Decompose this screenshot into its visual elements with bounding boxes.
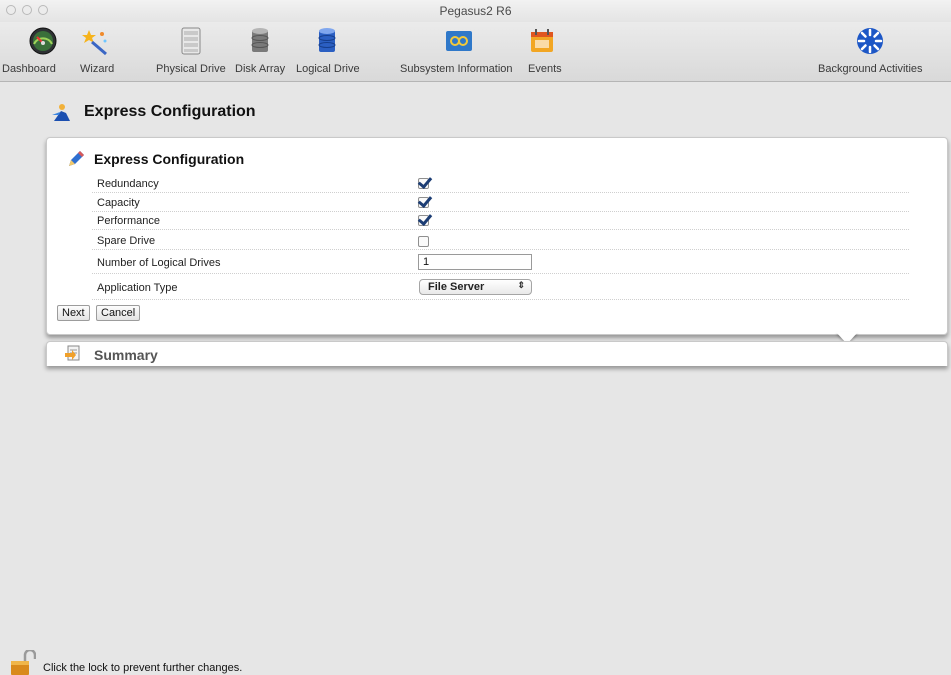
toolbar-physical-drive[interactable]: Physical Drive: [154, 24, 234, 80]
performance-checkbox[interactable]: [418, 215, 429, 226]
application-type-select[interactable]: File Server ⇕: [419, 279, 532, 295]
toolbar-label-subsystem-information: Subsystem Information: [400, 63, 513, 75]
toolbar-label-background-activities: Background Activities: [818, 63, 923, 75]
summary-document-icon: [65, 345, 80, 361]
main-toolbar: Dashboard Wizard Physical Drive Disk Arr…: [0, 22, 951, 82]
spare-drive-checkbox[interactable]: [418, 236, 429, 247]
wizard-figure-icon: [52, 104, 70, 121]
physical-drive-icon: [181, 27, 201, 55]
form-row-capacity: Capacity: [92, 195, 909, 212]
events-calendar-icon: [531, 29, 553, 52]
pencil-icon: [69, 151, 84, 166]
toolbar-subsystem-information[interactable]: Subsystem Information: [400, 24, 520, 80]
window-title: Pegasus2 R6: [439, 4, 512, 18]
form-row-redundancy: Redundancy: [92, 176, 909, 193]
summary-panel: [46, 341, 948, 366]
lock-status-text: Click the lock to prevent further change…: [43, 662, 243, 674]
toolbar-label-dashboard: Dashboard: [2, 63, 56, 75]
toolbar-disk-array[interactable]: Disk Array: [233, 24, 293, 80]
toolbar-wizard[interactable]: Wizard: [78, 24, 118, 80]
toolbar-label-events: Events: [528, 63, 562, 75]
application-type-value: File Server: [428, 281, 485, 293]
background-activities-icon: [857, 28, 883, 54]
logical-drives-label: Number of Logical Drives: [97, 257, 221, 269]
logical-drives-input[interactable]: [418, 254, 532, 270]
toolbar-label-disk-array: Disk Array: [235, 63, 286, 75]
page-title-text: Express Configuration: [84, 103, 256, 120]
form-row-performance: Performance: [92, 213, 909, 230]
next-button[interactable]: Next: [57, 305, 90, 321]
capacity-label: Capacity: [97, 197, 140, 209]
toolbar-background-activities[interactable]: Background Activities: [815, 24, 945, 80]
select-arrows-icon: ⇕: [517, 280, 525, 290]
toolbar-label-wizard: Wizard: [80, 63, 115, 75]
performance-label: Performance: [97, 215, 160, 227]
subsystem-info-icon: [446, 31, 472, 51]
disk-array-icon: [251, 28, 269, 52]
toolbar-events[interactable]: Events: [526, 24, 566, 80]
logical-drive-icon: [318, 28, 336, 52]
spare-drive-label: Spare Drive: [97, 235, 156, 247]
toolbar-label-physical-drive: Physical Drive: [156, 63, 226, 75]
capacity-checkbox[interactable]: [418, 197, 429, 208]
cancel-button[interactable]: Cancel: [96, 305, 141, 321]
config-panel-title: Express Configuration: [94, 151, 245, 167]
toolbar-logical-drive[interactable]: Logical Drive: [294, 24, 364, 80]
redundancy-checkbox[interactable]: [418, 178, 429, 189]
toolbar-label-logical-drive: Logical Drive: [296, 63, 360, 75]
window-titlebar: Pegasus2 R6: [0, 0, 951, 22]
unlocked-padlock-icon[interactable]: [10, 650, 36, 675]
toolbar-dashboard[interactable]: Dashboard: [0, 24, 70, 80]
status-bar: Click the lock to prevent further change…: [0, 648, 951, 675]
form-row-spare-drive: Spare Drive: [92, 232, 909, 250]
wizard-wand-icon: [82, 30, 107, 56]
summary-panel-title[interactable]: Summary: [94, 347, 158, 363]
application-type-label: Application Type: [97, 282, 178, 294]
speedometer-icon: [29, 27, 57, 55]
redundancy-label: Redundancy: [97, 178, 159, 190]
